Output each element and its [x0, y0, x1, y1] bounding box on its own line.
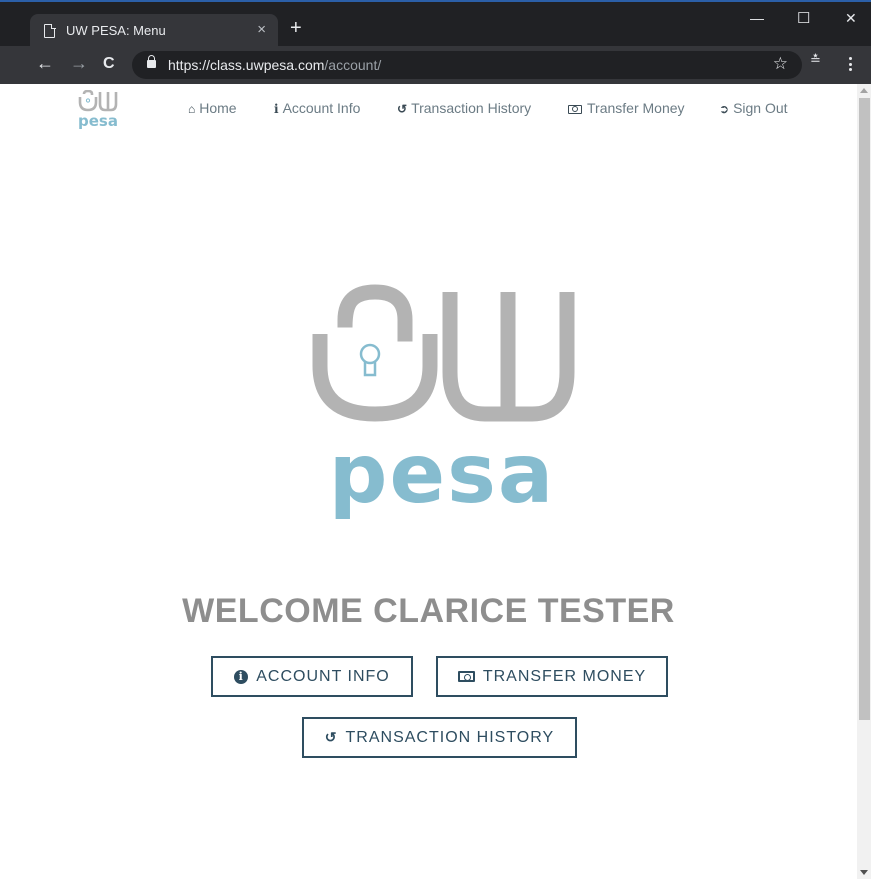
reload-button[interactable]: C [103, 55, 115, 73]
address-bar[interactable]: https://class.uwpesa.com/account/ ☆ [132, 51, 802, 79]
welcome-heading: WELCOME CLARICE TESTER [182, 592, 675, 630]
bookmark-star-icon[interactable]: ☆ [773, 54, 788, 74]
hero-logo-text: pesa [329, 427, 555, 522]
maximize-button[interactable]: ☐ [797, 9, 810, 27]
page-viewport: pesa ⌂ Home i Account Info ↺ Transaction Hi… [0, 84, 871, 879]
history-icon: ↺ [324, 729, 338, 745]
scroll-up-arrow-icon[interactable] [860, 88, 868, 93]
minimize-button[interactable]: — [750, 10, 764, 26]
nav-transfer-money-link[interactable]: Transfer Money [568, 100, 685, 116]
lock-icon [147, 55, 156, 68]
back-button[interactable]: ← [36, 54, 54, 72]
hero-logo: pesa [312, 284, 575, 522]
browser-tab-bar: UW PESA: Menu × + — ☐ ✕ [0, 0, 871, 48]
nav-logo[interactable]: pesa [74, 90, 122, 130]
url-text: https://class.uwpesa.com/account/ [168, 57, 382, 73]
scrollbar-thumb[interactable] [859, 98, 870, 720]
info-icon: i [274, 102, 279, 116]
extension-icon[interactable]: ≛ [810, 53, 826, 73]
nav-transaction-history-link[interactable]: ↺ Transaction History [397, 100, 531, 116]
account-info-button[interactable]: i ACCOUNT INFO [211, 656, 413, 697]
history-icon: ↺ [397, 102, 408, 116]
forward-button[interactable]: → [70, 54, 88, 72]
new-tab-button[interactable]: + [290, 18, 302, 38]
browser-menu-icon[interactable] [849, 57, 853, 74]
page-icon [44, 23, 56, 38]
transfer-money-button[interactable]: TRANSFER MONEY [436, 656, 668, 697]
vertical-scrollbar[interactable] [857, 84, 871, 879]
browser-tab[interactable]: UW PESA: Menu × [30, 14, 278, 48]
nav-sign-out-link[interactable]: ➲ Sign Out [719, 100, 788, 116]
transaction-history-button[interactable]: ↺ TRANSACTION HISTORY [302, 717, 577, 758]
nav-home-link[interactable]: ⌂ Home [188, 100, 237, 116]
browser-toolbar: ← → C https://class.uwpesa.com/account/ … [0, 46, 871, 84]
home-icon: ⌂ [188, 102, 196, 116]
nav-logo-text: pesa [78, 112, 118, 130]
tab-title: UW PESA: Menu [66, 23, 166, 38]
money-icon [457, 671, 475, 682]
site-navbar: pesa ⌂ Home i Account Info ↺ Transaction Hi… [0, 84, 857, 132]
info-circle-icon: i [234, 669, 249, 684]
money-icon [568, 104, 582, 114]
sign-out-icon: ➲ [719, 102, 730, 116]
scroll-down-arrow-icon[interactable] [860, 870, 868, 875]
keyhole-icon [359, 343, 381, 365]
tab-close-icon[interactable]: × [257, 21, 266, 38]
nav-account-info-link[interactable]: i Account Info [274, 100, 360, 116]
close-window-button[interactable]: ✕ [845, 10, 857, 27]
